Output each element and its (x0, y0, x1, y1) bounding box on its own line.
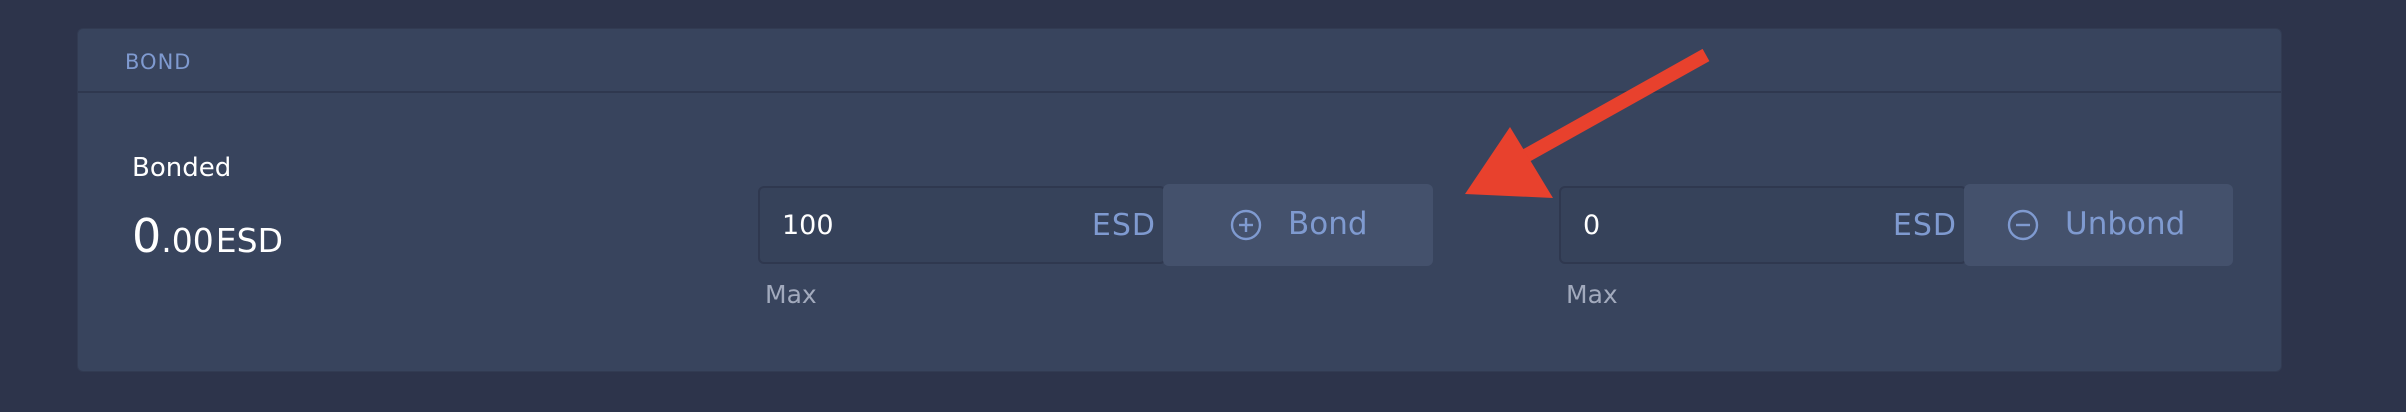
panel-header: BOND (78, 29, 2281, 93)
plus-circle-icon (1230, 209, 1262, 241)
unbond-unit-label: ESD (1892, 208, 1957, 243)
bonded-balance-integer: 0 (132, 209, 162, 263)
unbond-button[interactable]: Unbond (1964, 184, 2233, 266)
bond-max-link[interactable]: Max (765, 280, 817, 309)
bonded-balance-unit: ESD (215, 221, 283, 260)
unbond-max-link[interactable]: Max (1566, 280, 1618, 309)
panel-title: BOND (125, 50, 192, 74)
unbond-amount-box: ESD (1559, 186, 1967, 264)
bonded-balance-decimals: .00 (161, 221, 214, 260)
bond-amount-input[interactable] (782, 206, 1022, 244)
bond-button-label: Bond (1288, 206, 1368, 242)
bond-amount-box: ESD (758, 186, 1166, 264)
minus-circle-icon (2007, 209, 2039, 241)
bonded-balance: 0.00ESD (132, 209, 283, 263)
bonded-label: Bonded (132, 153, 232, 183)
bond-unit-label: ESD (1091, 208, 1156, 243)
unbond-amount-input[interactable] (1583, 206, 1823, 244)
unbond-button-label: Unbond (2065, 206, 2186, 242)
bond-button[interactable]: Bond (1163, 184, 1433, 266)
bond-panel: BOND Bonded 0.00ESD ESD Bond Max ESD Unb… (77, 28, 2282, 372)
